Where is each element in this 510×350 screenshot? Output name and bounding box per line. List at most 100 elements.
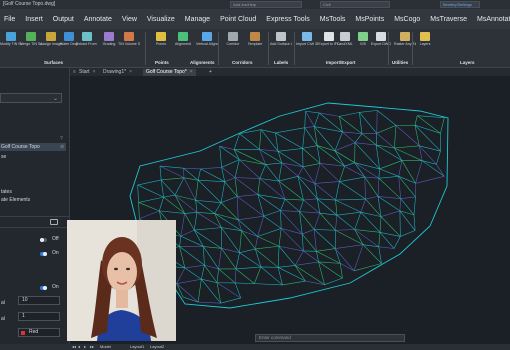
mesh-edge [239,159,266,165]
mesh-edge [221,159,240,168]
mesh-edge [235,177,260,179]
document-tab[interactable]: Golf Course Topo* × [143,69,196,76]
mesh-edge [302,229,315,235]
menu-item[interactable]: MsTools [316,16,352,23]
mesh-edge [176,267,186,284]
mesh-edge [336,214,355,230]
menu-item[interactable]: MsAnnotate [473,16,510,23]
window-title: [Golf Course Topo.dwg] [3,1,56,7]
toggle-switch[interactable] [40,238,47,242]
account-button[interactable]: Bentley/Settings [440,1,480,8]
expand-icon[interactable]: ⊕ [60,144,64,150]
close-icon[interactable]: × [93,69,96,75]
add-tab-icon[interactable]: + [206,69,215,76]
tool-icon [358,32,368,41]
mesh-edge [174,177,185,196]
document-tab[interactable]: Drawing1* × [100,69,135,76]
mesh-edge [353,244,364,271]
layout-tab[interactable]: Model [100,344,111,349]
mesh-edge [436,150,441,165]
ribbon-tool[interactable]: Import Civil 3D [296,32,318,46]
mesh-edge [278,148,303,152]
mesh-edge [313,212,321,230]
mesh-edge [234,268,237,283]
tool-label: TIN Volume Surface [118,42,140,46]
menu-item[interactable]: File [0,16,21,23]
close-icon[interactable]: × [190,69,193,75]
menu-item[interactable]: Express Tools [262,16,315,23]
ribbon-tool[interactable]: Template [244,32,266,46]
mesh-edge [257,216,265,237]
ribbon-tool[interactable]: TIN Volume Surface [118,32,140,46]
close-icon[interactable]: × [129,69,132,75]
mesh-edge [257,228,282,237]
list-item[interactable]: tates [1,189,12,195]
menu-item[interactable]: Point Cloud [216,16,262,23]
menu-item[interactable]: Visualize [143,16,181,23]
mesh-edge [380,216,401,237]
mesh-edge [195,180,199,201]
mesh-edge [195,200,198,213]
menu-item[interactable]: MsTraverse [426,16,473,23]
ribbon-tool[interactable]: Extract From TIN Surface [76,32,98,46]
menu-item[interactable]: Output [49,16,80,23]
camera-icon[interactable] [50,219,58,225]
mesh-edge [275,127,305,134]
panel-dropdown[interactable]: ⌄ [0,93,62,103]
mesh-edge [163,194,176,198]
command-line[interactable]: Enter command [255,334,405,342]
list-item[interactable]: se [1,154,6,160]
layout-tab[interactable]: Layout2 [150,344,164,349]
ribbon-tool[interactable]: Points [150,32,172,46]
menu-item[interactable]: View [118,16,143,23]
ribbon-tool[interactable]: Alignment [172,32,194,46]
command-input[interactable]: Enter command [259,335,291,340]
menu-item[interactable]: Insert [21,16,49,23]
ribbon-tool[interactable]: Vertical Alignment [196,32,218,46]
mesh-edge [176,278,202,284]
number-field[interactable]: 1 [18,312,60,321]
mesh-edge [335,229,355,231]
mesh-edge [224,177,236,182]
mesh-edge [313,229,317,252]
mesh-edge [415,175,445,184]
ribbon-tool[interactable]: Add Surface Labels [270,32,292,46]
menu-item[interactable]: Manage [181,16,216,23]
tool-label: Merge TIN Surfaces [20,42,42,46]
help-icon[interactable]: ? [60,136,63,142]
document-tab[interactable]: Start × [76,69,98,76]
mesh-edge [138,202,160,212]
menu-item[interactable]: Annotate [80,16,118,23]
mesh-edge [316,248,336,252]
mesh-edge [413,214,416,231]
ribbon-tool[interactable]: Corridor [222,32,244,46]
mesh-edge [183,177,196,201]
layout-nav-icon[interactable]: ◂ [78,344,80,349]
tool-icon [64,32,74,41]
toggle-switch[interactable] [40,286,47,290]
menu-item[interactable]: MsCogo [390,16,426,23]
ribbon-group-label: Utilities [392,60,409,65]
layout-nav-icon[interactable]: ▸▸ [90,344,94,349]
mesh-edge [203,246,205,266]
ribbon-tool[interactable]: Merge TIN Surfaces [20,32,42,46]
toggle-switch[interactable] [40,252,47,256]
tool-icon [156,32,166,41]
ribbon-tool[interactable]: Layers [414,32,436,46]
color-select[interactable]: Red [18,328,60,337]
number-field[interactable]: 10 [18,296,60,305]
search-input[interactable]: Add-Ins/Help [230,1,302,8]
layout-nav-icon[interactable]: ▸ [84,344,86,349]
menu-item[interactable]: MsPoints [351,16,390,23]
list-item[interactable]: ate Elements [1,197,30,203]
selected-item-label[interactable]: Golf Course Topo [1,144,40,150]
layout-tab[interactable]: Layout1 [130,344,144,349]
ribbon-tool[interactable]: Modify TIN Surface [0,32,22,46]
workspace-select[interactable]: Civil [320,1,390,8]
mesh-edge [339,116,363,134]
layout-nav-icon[interactable]: ◂◂ [72,344,76,349]
mesh-edge [234,282,242,299]
mesh-edge [304,111,306,128]
ribbon-separator [412,32,413,65]
ribbon-tool[interactable]: Grading [98,32,120,46]
